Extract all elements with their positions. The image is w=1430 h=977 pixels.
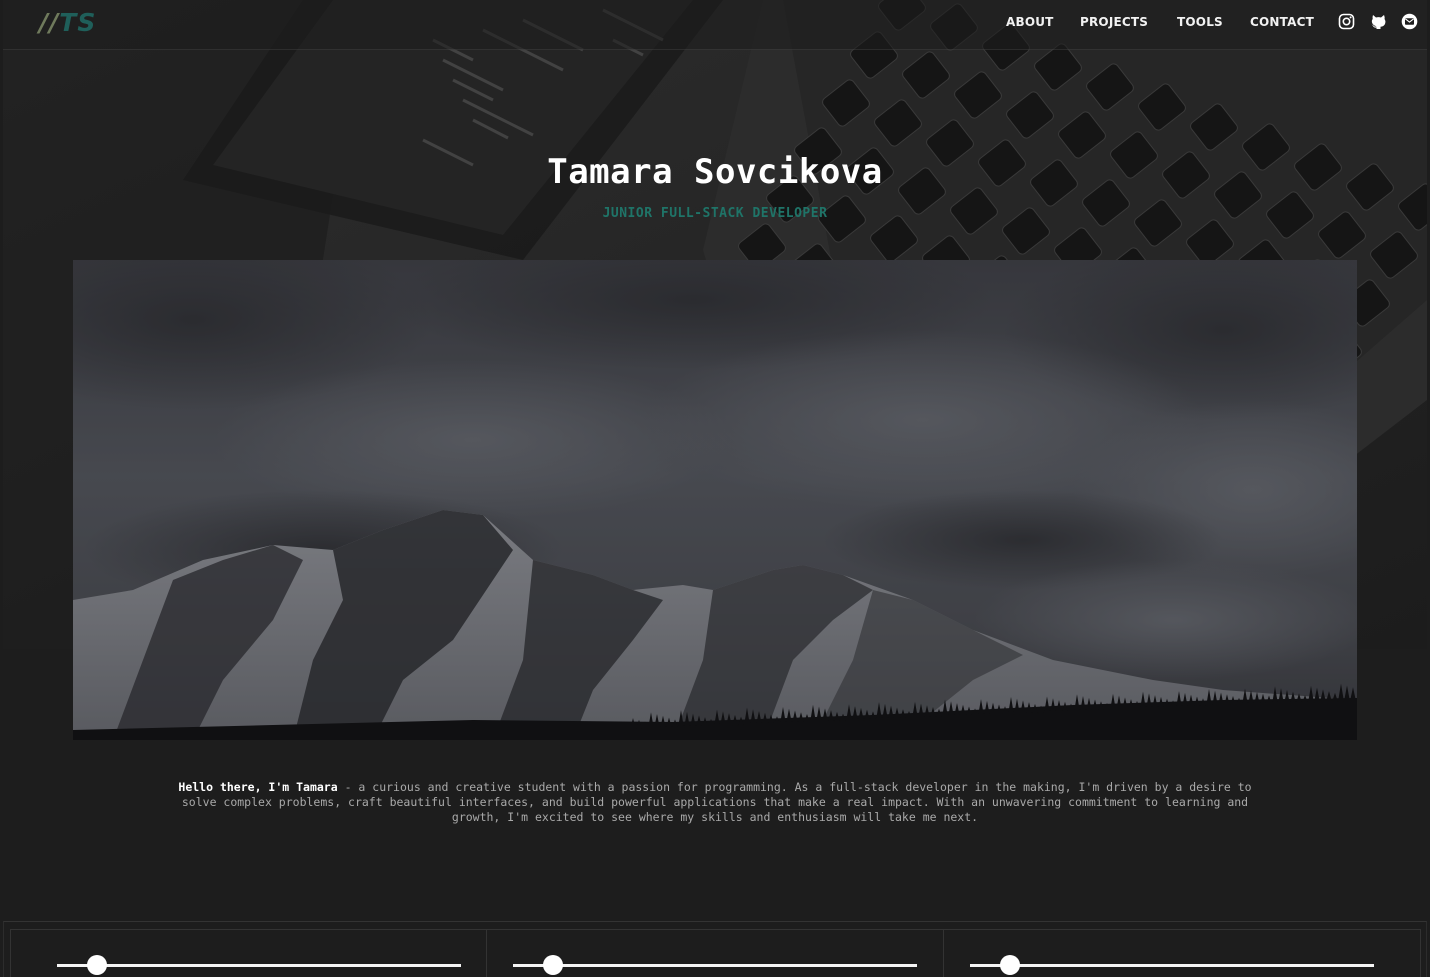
site-logo[interactable]: //TS bbox=[39, 8, 96, 37]
skill-slider-track[interactable] bbox=[57, 964, 461, 967]
skill-slider-thumb[interactable] bbox=[87, 955, 108, 975]
email-icon[interactable] bbox=[1401, 13, 1418, 30]
intro-greeting: Hello there, I'm Tamara bbox=[178, 780, 338, 794]
instagram-icon[interactable] bbox=[1338, 13, 1355, 30]
skill-slider-thumb[interactable] bbox=[543, 955, 564, 975]
skill-card bbox=[943, 929, 1421, 977]
intro-text: - a curious and creative student with a … bbox=[181, 780, 1252, 824]
skill-card bbox=[486, 929, 944, 977]
skill-card bbox=[10, 929, 487, 977]
page: //TS ABOUT PROJECTS TOOLS CONTACT Tamara… bbox=[0, 0, 1430, 977]
skill-slider-track[interactable] bbox=[970, 964, 1374, 967]
navbar: //TS ABOUT PROJECTS TOOLS CONTACT bbox=[3, 0, 1427, 50]
nav-link-about[interactable]: ABOUT bbox=[1006, 15, 1054, 29]
mountain-photo bbox=[73, 260, 1357, 740]
nav-link-projects[interactable]: PROJECTS bbox=[1080, 15, 1148, 29]
logo-initials: TS bbox=[59, 8, 97, 37]
logo-slashes: // bbox=[39, 8, 60, 37]
hero-title: Tamara Sovcikova bbox=[547, 152, 883, 192]
skill-slider-track[interactable] bbox=[513, 964, 917, 967]
github-icon[interactable] bbox=[1370, 13, 1387, 30]
skill-slider-thumb[interactable] bbox=[1000, 955, 1021, 975]
hero-subtitle: JUNIOR FULL-STACK DEVELOPER bbox=[602, 206, 828, 221]
nav-link-contact[interactable]: CONTACT bbox=[1250, 15, 1314, 29]
nav-link-tools[interactable]: TOOLS bbox=[1177, 15, 1223, 29]
intro-paragraph: Hello there, I'm Tamara - a curious and … bbox=[160, 780, 1270, 825]
skills-section bbox=[3, 921, 1427, 977]
